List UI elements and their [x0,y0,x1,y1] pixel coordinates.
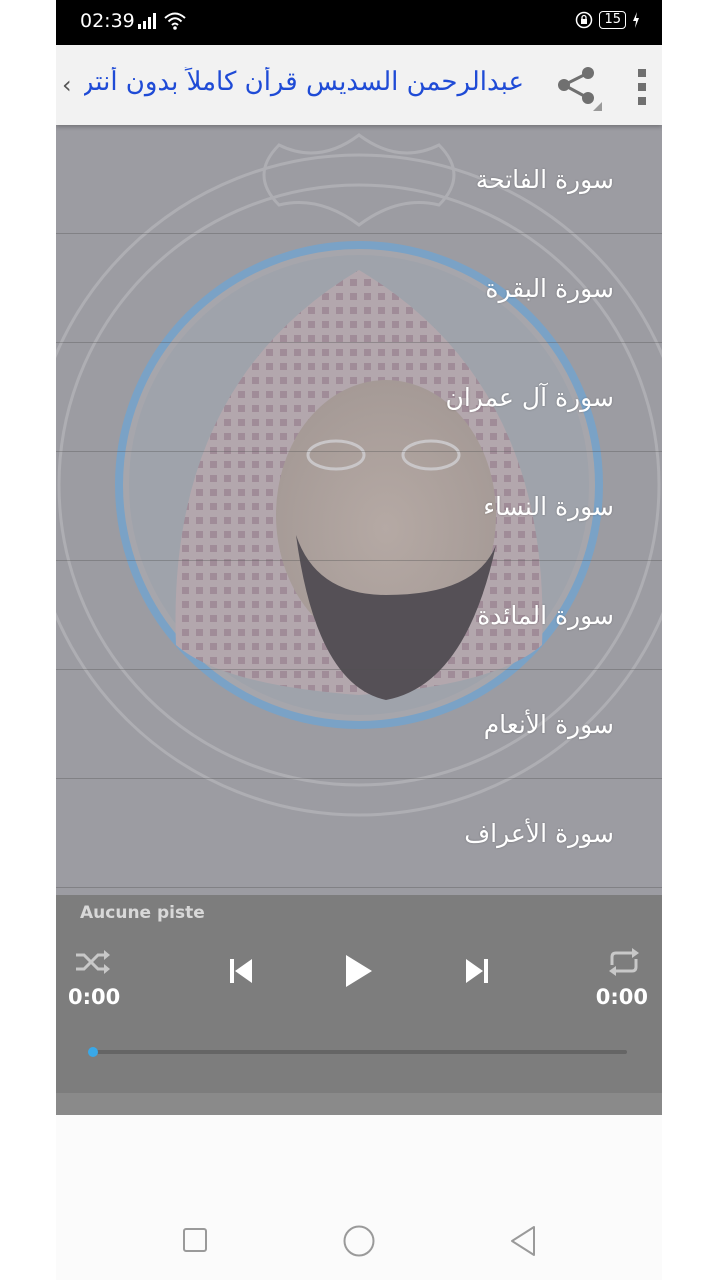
battery-level: 15 [599,11,626,29]
phone-screen: 02:39 15 ‹ عبدالرحمن السديس قرأن كاملاً … [56,0,662,1280]
seek-thumb[interactable] [88,1047,98,1057]
app-title: عبدالرحمن السديس قرأن كاملاً بدون أنترنت [84,67,524,97]
recent-apps-icon[interactable] [182,1227,208,1253]
surah-item[interactable]: سورة آل عمران [56,343,662,452]
charging-icon [633,12,639,28]
play-icon[interactable] [343,953,375,989]
surah-item[interactable]: سورة البقرة [56,234,662,343]
elapsed-time: 0:00 [68,985,121,1009]
rotation-lock-icon [576,11,593,29]
surah-item[interactable]: سورة الأعراف [56,779,662,888]
player-bottom-strip [56,1093,662,1115]
share-icon[interactable] [554,65,602,113]
surah-item[interactable]: سورة النساء [56,452,662,561]
surah-item[interactable]: سورة الفاتحة [56,125,662,234]
track-title: Aucune piste [80,903,205,923]
wifi-icon [164,12,186,30]
surah-label: سورة النساء [483,491,614,521]
surah-list: سورة الفاتحة سورة البقرة سورة آل عمران س… [56,125,662,888]
status-time: 02:39 [80,10,135,32]
back-icon[interactable] [508,1225,538,1257]
audio-player: Aucune piste 0:00 0:00 [56,895,662,1093]
surah-label: سورة آل عمران [445,382,614,412]
surah-label: سورة الفاتحة [475,164,614,194]
previous-track-icon[interactable] [228,957,254,985]
app-bar: ‹ عبدالرحمن السديس قرأن كاملاً بدون أنتر… [56,45,662,125]
chevron-left-icon[interactable]: ‹ [62,71,72,99]
next-track-icon[interactable] [464,957,490,985]
home-icon[interactable] [342,1224,376,1258]
surah-item[interactable]: سورة المائدة [56,561,662,670]
surah-label: سورة الأعراف [464,818,614,848]
navigation-bar [56,1115,662,1280]
surah-label: سورة الأنعام [483,709,614,739]
total-duration: 0:00 [595,985,648,1009]
repeat-icon[interactable] [606,947,642,977]
surah-label: سورة المائدة [477,600,614,630]
seek-bar[interactable] [88,1047,627,1057]
signal-icon [138,13,156,29]
status-bar: 02:39 15 [56,0,662,45]
more-vert-icon[interactable] [636,67,648,107]
shuffle-icon[interactable] [74,947,112,977]
surah-label: سورة البقرة [485,273,614,303]
surah-item[interactable]: سورة الأنعام [56,670,662,779]
